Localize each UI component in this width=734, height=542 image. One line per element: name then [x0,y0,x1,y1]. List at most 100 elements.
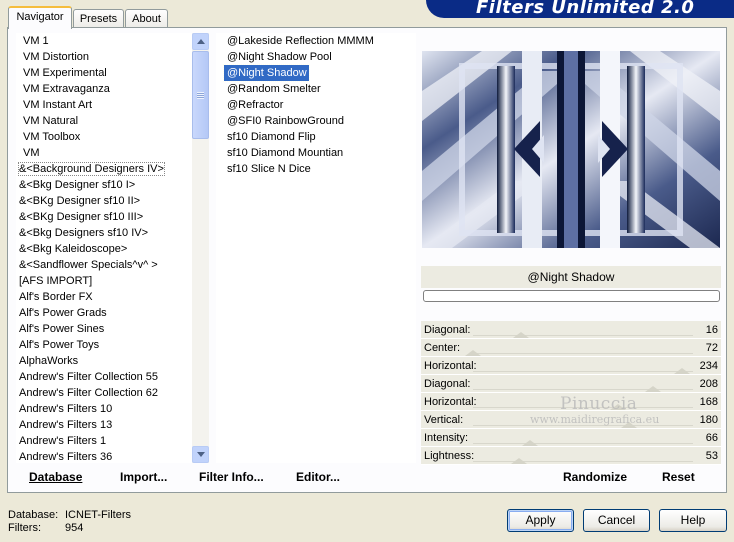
filter-item[interactable]: @Lakeside Reflection MMMM [224,33,416,49]
editor-label: Editor... [296,470,341,484]
category-scrollbar[interactable] [192,33,209,463]
slider-track[interactable] [473,371,693,372]
database-status-label: Database: [8,509,59,521]
parameter-value: 208 [699,378,718,390]
help-button[interactable]: Help [659,509,727,532]
category-item[interactable]: &<BKg Designer sf10 III> [16,209,192,225]
category-item[interactable]: Alf's Border FX [16,289,192,305]
apply-button[interactable]: Apply [507,509,574,532]
category-item[interactable]: Andrew's Filters 36 [16,449,192,463]
category-item[interactable]: &<Sandflower Specials^v^ > [16,257,192,273]
slider-marker[interactable] [522,440,539,446]
category-item[interactable]: &<Background Designers IV> [16,161,192,177]
parameter-row[interactable]: Intensity: 66 [421,429,721,447]
category-item[interactable]: Andrew's Filters 13 [16,417,192,433]
category-item[interactable]: VM Instant Art [16,97,192,113]
parameter-value: 53 [705,450,718,462]
parameter-row[interactable]: Lightness: 53 [421,447,721,465]
selected-filter-name: @Night Shadow [421,266,721,288]
tab-about[interactable]: About [125,9,168,29]
parameter-value: 16 [705,324,718,336]
category-item[interactable]: Andrew's Filters 10 [16,401,192,417]
category-item[interactable]: VM Toolbox [16,129,192,145]
tab-presets[interactable]: Presets [73,9,124,29]
slider-marker[interactable] [511,458,528,464]
cancel-button[interactable]: Cancel [583,509,650,532]
category-item[interactable]: VM Distortion [16,49,192,65]
watermark-site: www.maidiregrafica.eu [530,413,660,426]
scroll-up-button[interactable] [192,33,209,50]
category-item[interactable]: VM Natural [16,113,192,129]
filter-item[interactable]: sf10 Diamond Mountian [224,145,416,161]
slider-marker[interactable] [674,368,690,374]
parameter-value: 66 [705,432,718,444]
category-item[interactable]: &<BKg Designer sf10 II> [16,193,192,209]
parameter-label: Vertical: [424,414,464,426]
parameter-row[interactable]: Horizontal: 234 [421,357,721,375]
category-item[interactable]: VM Experimental [16,65,192,81]
category-item[interactable]: &<Bkg Kaleidoscope> [16,241,192,257]
slider-marker[interactable] [465,350,481,356]
category-list[interactable]: VM 1 VM Distortion VM Experimental VM Extra… [16,33,192,463]
parameter-label: Horizontal: [424,396,477,408]
parameter-value: 168 [699,396,718,408]
tab-navigator[interactable]: Navigator [8,6,72,29]
parameter-row[interactable]: Diagonal: 208 [421,375,721,393]
slider-track[interactable] [473,335,693,336]
parameter-sliders: Diagonal: 16 Center: 72 Horizontal: 234 Diagon… [421,321,721,465]
app-title-banner: Filters Unlimited 2.0 [426,0,734,18]
parameter-value: 180 [699,414,718,426]
parameter-row[interactable]: Diagonal: 16 [421,321,721,339]
slider-track[interactable] [473,443,693,444]
filter-info-button[interactable]: Filter Info... [199,470,264,486]
parameter-value: 72 [705,342,718,354]
category-item[interactable]: Andrew's Filters 1 [16,433,192,449]
category-item[interactable]: Andrew's Filter Collection 55 [16,369,192,385]
category-item-label: &<Background Designers IV> [18,162,165,176]
parameter-label: Center: [424,342,461,354]
filter-item[interactable]: sf10 Diamond Flip [224,129,416,145]
parameter-label: Diagonal: [424,324,471,336]
scroll-down-button[interactable] [192,446,209,463]
database-button[interactable]: Database [29,470,82,486]
slider-track[interactable] [473,461,693,462]
parameter-label: Intensity: [424,432,469,444]
filter-list[interactable]: @Lakeside Reflection MMMM @Night Shadow P… [216,33,416,463]
slider-marker[interactable] [513,332,530,338]
filter-item[interactable]: @Night Shadow Pool [224,49,416,65]
scroll-thumb[interactable] [192,51,209,139]
reset-button[interactable]: Reset [662,470,695,484]
parameter-value: 234 [699,360,718,372]
filter-preview-image [422,51,720,248]
category-item[interactable]: [AFS IMPORT] [16,273,192,289]
progress-bar [423,290,720,302]
slider-marker[interactable] [645,386,662,392]
parameter-label: Horizontal: [424,360,477,372]
filter-item[interactable]: @Night Shadow [223,64,310,82]
filter-item[interactable]: sf10 Slice N Dice [224,161,416,177]
category-item[interactable]: VM 1 [16,33,192,49]
parameter-row[interactable]: Center: 72 [421,339,721,357]
import-button[interactable]: Import... [120,470,167,486]
category-item[interactable]: &<Bkg Designer sf10 I> [16,177,192,193]
category-item[interactable]: Alf's Power Toys [16,337,192,353]
category-item[interactable]: Alf's Power Sines [16,321,192,337]
category-item[interactable]: AlphaWorks [16,353,192,369]
parameter-label: Lightness: [424,450,475,462]
filter-item[interactable]: @SFI0 RainbowGround [224,113,416,129]
slider-track[interactable] [473,353,693,354]
randomize-button[interactable]: Randomize [563,470,627,484]
editor-button[interactable]: Editor... [296,470,340,486]
filters-count-label: Filters: [8,522,41,534]
category-item[interactable]: VM [16,145,192,161]
category-item[interactable]: Andrew's Filter Collection 62 [16,385,192,401]
category-item[interactable]: VM Extravaganza [16,81,192,97]
database-label: Database [29,470,83,484]
category-item[interactable]: &<Bkg Designers sf10 IV> [16,225,192,241]
filter-item[interactable]: @Random Smelter [224,81,416,97]
filters-count-value: 954 [65,522,84,534]
database-status-value: ICNET-Filters [65,509,131,521]
filter-item[interactable]: @Refractor [224,97,416,113]
category-item[interactable]: Alf's Power Grads [16,305,192,321]
parameter-label: Diagonal: [424,378,471,390]
